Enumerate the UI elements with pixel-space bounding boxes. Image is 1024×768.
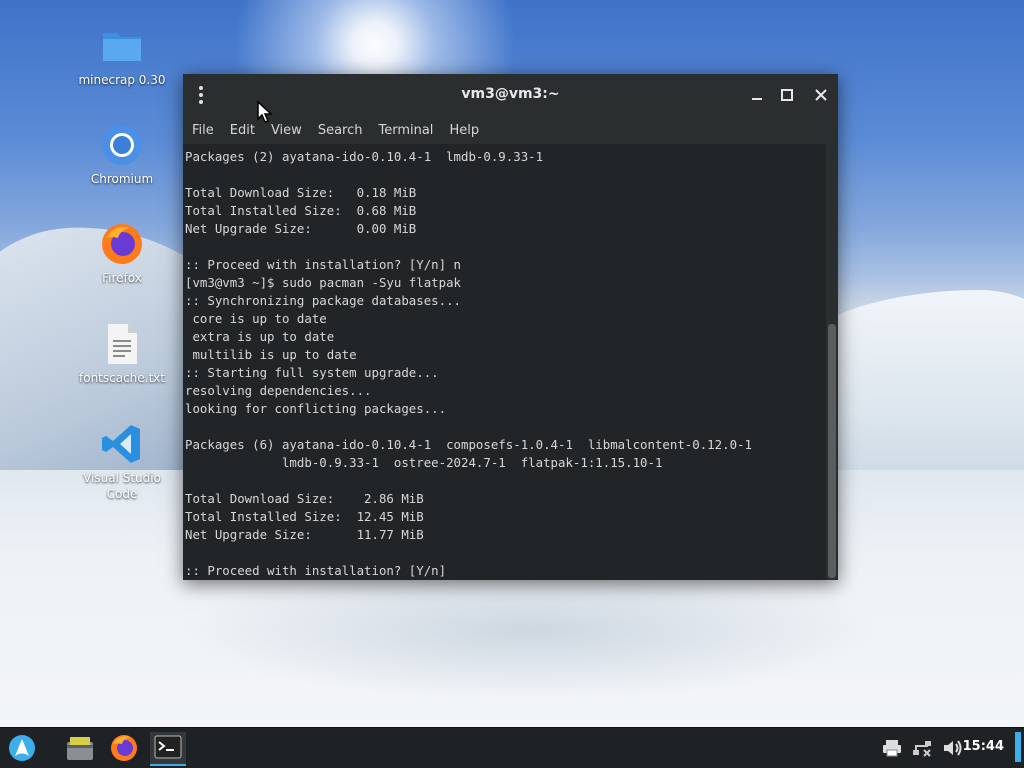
menu-help[interactable]: Help <box>449 123 479 138</box>
terminal-window[interactable]: vm3@vm3:~ File Edit View Search Terminal… <box>183 74 838 580</box>
terminal-output[interactable]: Packages (2) ayatana-ido-0.10.4-1 lmdb-0… <box>183 144 826 580</box>
terminal-text: Packages (2) ayatana-ido-0.10.4-1 lmdb-0… <box>185 149 752 578</box>
mouse-pointer-icon <box>256 100 276 124</box>
application-launcher[interactable] <box>4 732 40 764</box>
desktop-icon-label: minecrap 0.30 <box>78 73 166 87</box>
maximize-icon <box>781 89 793 101</box>
taskbar-firefox[interactable] <box>106 732 142 764</box>
network-icon[interactable] <box>910 736 934 760</box>
taskbar-file-manager[interactable] <box>62 732 98 764</box>
volume-icon[interactable] <box>940 736 964 760</box>
menu-view[interactable]: View <box>271 123 302 138</box>
terminal-scrollbar[interactable] <box>826 144 838 580</box>
menu-file[interactable]: File <box>192 123 214 138</box>
system-tray <box>880 728 964 768</box>
printer-icon[interactable] <box>880 736 904 760</box>
taskbar: 15:44 <box>0 727 1024 768</box>
desktop-icon-chromium[interactable]: Chromium <box>72 123 172 187</box>
wallpaper-shadow <box>180 560 880 700</box>
close-icon <box>815 89 827 101</box>
firefox-icon <box>100 222 144 266</box>
menu-search[interactable]: Search <box>318 123 363 138</box>
terminal-menubar: File Edit View Search Terminal Help <box>183 116 838 144</box>
desktop: minecrap 0.30 Chromium Firefox fontscach… <box>0 0 1024 768</box>
desktop-icon-label: Chromium <box>90 172 154 186</box>
terminal-titlebar[interactable]: vm3@vm3:~ <box>183 74 838 116</box>
scrollbar-thumb[interactable] <box>828 324 836 578</box>
minimize-button[interactable] <box>748 86 766 104</box>
desktop-icon-label: Firefox <box>102 271 142 285</box>
clock[interactable]: 15:44 <box>963 739 1004 754</box>
menu-terminal[interactable]: Terminal <box>378 123 433 138</box>
chromium-icon <box>100 123 144 167</box>
minimize-icon <box>752 98 762 100</box>
terminal-icon <box>154 735 182 759</box>
window-title: vm3@vm3:~ <box>461 86 560 102</box>
desktop-icon-firefox[interactable]: Firefox <box>72 222 172 286</box>
desktop-icon-minecrap[interactable]: minecrap 0.30 <box>72 24 172 88</box>
folder-icon <box>100 24 144 68</box>
text-file-icon <box>100 322 144 366</box>
menu-edit[interactable]: Edit <box>230 123 255 138</box>
desktop-icon-fontscache[interactable]: fontscache.txt <box>72 322 172 386</box>
maximize-button[interactable] <box>778 86 796 104</box>
desktop-icon-label: Visual Studio Code <box>83 471 161 501</box>
close-button[interactable] <box>812 86 830 104</box>
arch-logo-icon <box>9 735 35 761</box>
vscode-icon <box>100 422 144 466</box>
file-manager-icon <box>67 737 93 760</box>
desktop-icon-label: fontscache.txt <box>79 371 165 385</box>
desktop-icon-vscode[interactable]: Visual Studio Code <box>72 422 172 502</box>
show-desktop-button[interactable] <box>1015 732 1021 762</box>
taskbar-terminal[interactable] <box>150 732 186 766</box>
firefox-icon <box>111 735 137 761</box>
